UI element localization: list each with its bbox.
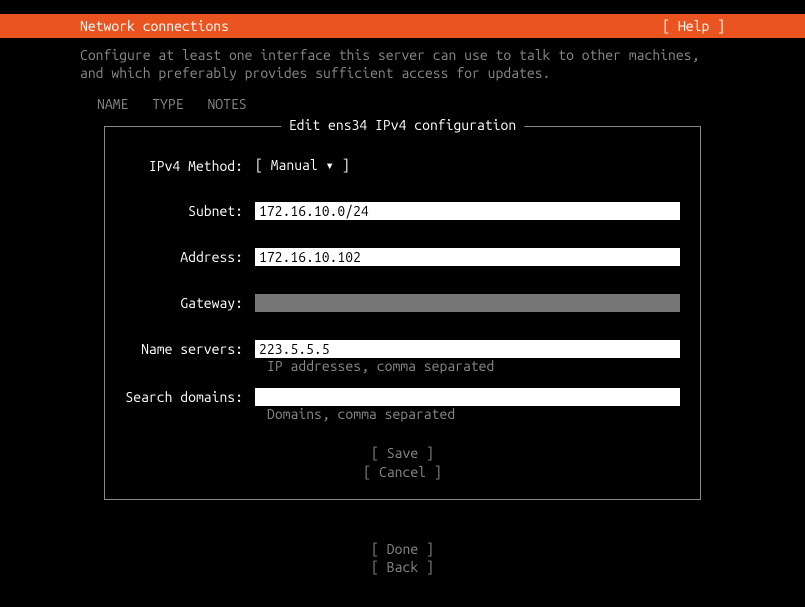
dialog-title: Edit ens34 IPv4 configuration	[281, 117, 524, 133]
page-description: Configure at least one interface this se…	[0, 38, 805, 82]
header-bar: Network connections [ Help ]	[0, 14, 805, 38]
back-button[interactable]: [ Back ]	[0, 558, 805, 576]
col-type: TYPE	[152, 96, 183, 112]
searchdomains-row: Search domains:	[125, 388, 680, 406]
nameservers-help: IP addresses, comma separated	[125, 358, 680, 374]
col-notes: NOTES	[207, 96, 246, 112]
help-button[interactable]: [ Help ]	[662, 18, 725, 34]
done-button[interactable]: [ Done ]	[0, 540, 805, 558]
nameservers-label: Name servers:	[125, 341, 255, 357]
address-input[interactable]	[255, 248, 680, 266]
searchdomains-input[interactable]	[255, 388, 680, 406]
method-label: IPv4 Method:	[125, 158, 255, 174]
col-name: NAME	[97, 96, 128, 112]
method-dropdown[interactable]: [ Manual ▾ ]	[255, 157, 350, 174]
searchdomains-label: Search domains:	[125, 389, 255, 405]
gateway-row: Gateway:	[125, 294, 680, 312]
save-button[interactable]: [ Save ]	[125, 444, 680, 462]
dialog-buttons: [ Save ] [ Cancel ]	[125, 444, 680, 480]
nameservers-input[interactable]	[255, 340, 680, 358]
gateway-label: Gateway:	[125, 295, 255, 311]
searchdomains-help: Domains, comma separated	[125, 406, 680, 422]
method-row: IPv4 Method: [ Manual ▾ ]	[125, 157, 680, 174]
footer-buttons: [ Done ] [ Back ]	[0, 540, 805, 576]
address-row: Address:	[125, 248, 680, 266]
address-label: Address:	[125, 249, 255, 265]
table-header-row: NAME TYPE NOTES	[0, 82, 805, 112]
nameservers-row: Name servers:	[125, 340, 680, 358]
gateway-input[interactable]	[255, 294, 680, 312]
subnet-row: Subnet:	[125, 202, 680, 220]
cancel-button[interactable]: [ Cancel ]	[125, 463, 680, 481]
ipv4-config-dialog: Edit ens34 IPv4 configuration IPv4 Metho…	[104, 126, 701, 499]
page-title: Network connections	[80, 18, 229, 34]
subnet-input[interactable]	[255, 202, 680, 220]
subnet-label: Subnet:	[125, 203, 255, 219]
